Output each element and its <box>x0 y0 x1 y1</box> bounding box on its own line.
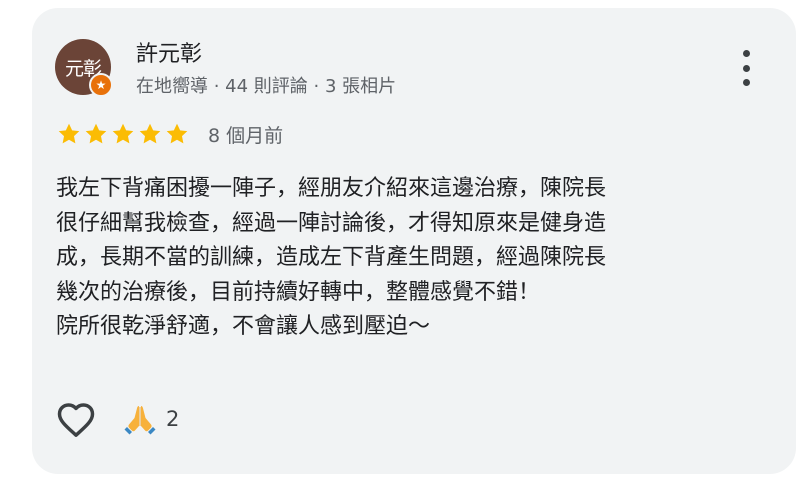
reviewer-name[interactable]: 許元彰 <box>136 36 202 68</box>
star-icon <box>112 123 134 144</box>
folded-hands-icon <box>124 406 156 435</box>
review-text: 我左下背痛困擾一陣子，經朋友介紹來這邊治療，陳院長 很仔細幫我檢查，經過一陣討論… <box>56 176 607 339</box>
star-icon <box>58 123 80 144</box>
review-card: 元彰 ★ 許元彰 在地嚮導 · 44 則評論 · 3 張相片 8 個月前 我左下… <box>32 8 796 474</box>
star-icon <box>85 123 107 144</box>
reaction-button[interactable]: 2 <box>122 401 179 437</box>
star-rating <box>56 121 190 147</box>
star-icon <box>166 123 188 144</box>
reaction-count: 2 <box>166 407 180 431</box>
heart-outline-icon[interactable] <box>54 398 98 442</box>
reviewer-meta: 在地嚮導 · 44 則評論 · 3 張相片 <box>136 76 397 97</box>
local-guide-badge-icon: ★ <box>89 73 113 97</box>
more-options-icon[interactable] <box>732 46 760 90</box>
review-date: 8 個月前 <box>208 125 284 147</box>
star-icon <box>139 123 161 144</box>
